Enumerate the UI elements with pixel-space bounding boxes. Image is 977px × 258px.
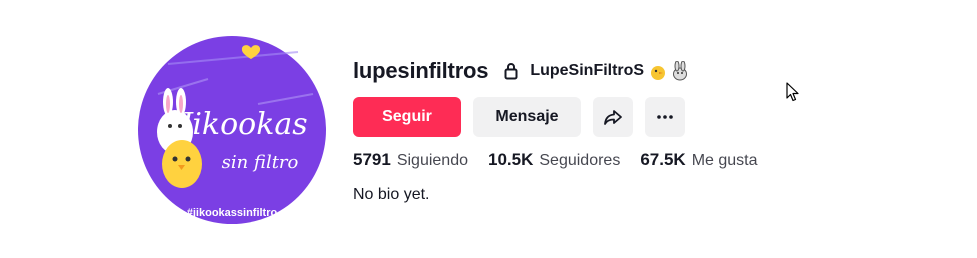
profile-bio: No bio yet. [353, 186, 430, 203]
profile-nickname: LupeSinFiltroS [530, 62, 645, 79]
avatar-title-text: Jikookas [174, 107, 307, 142]
profile-avatar[interactable]: Jikookas sin filtro #jikookassinfiltro [138, 24, 326, 236]
profile-stats: 5791 Siguiendo 10.5K Seguidores 67.5K Me… [353, 150, 778, 170]
profile-info: lupesinfiltros LupeSinFiltroS Seguir Men… [353, 56, 778, 204]
profile-username: lupesinfiltros [353, 58, 489, 83]
following-stat[interactable]: 5791 Siguiendo [353, 150, 468, 170]
profile-emoji-group [648, 61, 690, 81]
share-icon [604, 110, 622, 125]
followers-label: Seguidores [539, 152, 621, 169]
more-button[interactable] [645, 97, 685, 137]
avatar-hashtag-text: #jikookassinfiltro [187, 207, 278, 219]
lock-icon [504, 62, 518, 80]
more-icon [657, 115, 673, 119]
chick-emoji-icon [651, 66, 666, 80]
likes-count: 67.5K [640, 150, 686, 169]
share-button[interactable] [593, 97, 633, 137]
profile-title-row: lupesinfiltros LupeSinFiltroS [353, 56, 778, 86]
rabbit-emoji-icon [673, 61, 688, 81]
avatar-subtitle-text: sin filtro [222, 152, 299, 173]
followers-count: 10.5K [488, 150, 534, 169]
mouse-cursor-icon [786, 82, 800, 107]
followers-stat[interactable]: 10.5K Seguidores [488, 150, 620, 170]
message-button[interactable]: Mensaje [473, 97, 581, 137]
following-label: Siguiendo [396, 152, 468, 169]
profile-actions: Seguir Mensaje [353, 97, 778, 137]
likes-label: Me gusta [691, 152, 758, 169]
following-count: 5791 [353, 150, 391, 169]
follow-button[interactable]: Seguir [353, 97, 461, 137]
likes-stat: 67.5K Me gusta [640, 150, 757, 170]
